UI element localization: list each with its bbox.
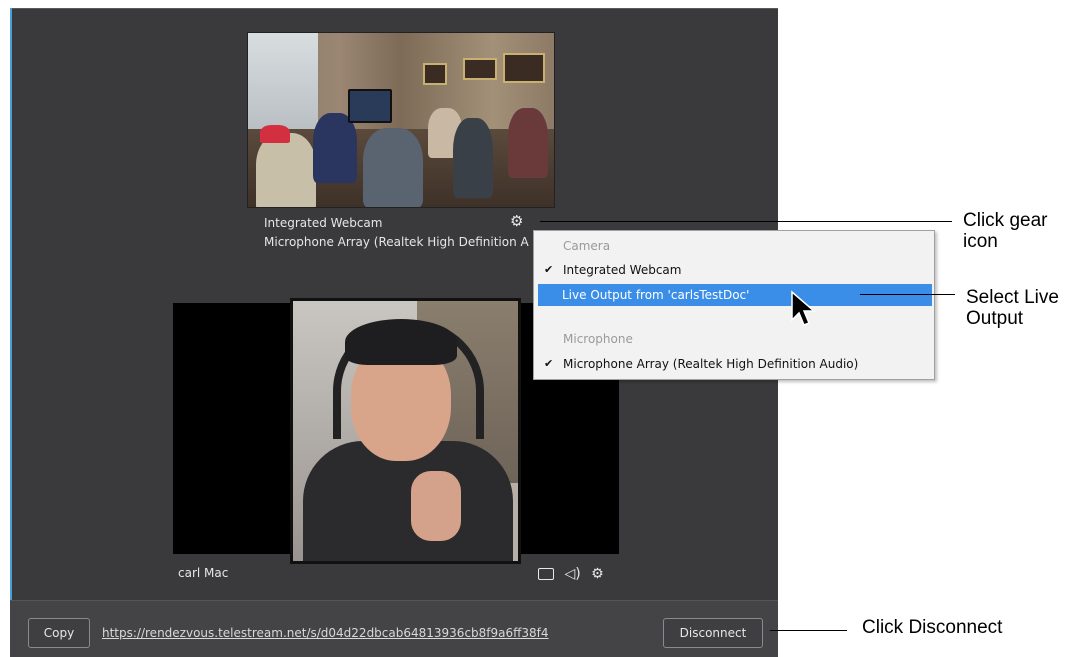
video-camera-icon[interactable] <box>538 568 554 580</box>
menu-header-label: Microphone <box>563 332 633 346</box>
mouse-cursor-icon <box>791 290 817 326</box>
menu-item-label: Integrated Webcam <box>563 263 682 277</box>
video-window <box>248 33 318 133</box>
panel-left-border <box>10 8 12 656</box>
callout-gear: Click gear icon <box>963 210 1048 252</box>
local-media-controls: ◁) ⚙ <box>538 566 604 582</box>
copy-button[interactable]: Copy <box>28 618 90 648</box>
video-person-cap <box>260 125 290 143</box>
menu-header-camera: Camera <box>535 235 933 257</box>
speaker-icon[interactable]: ◁) <box>564 566 580 582</box>
callout-line-gear <box>540 221 952 222</box>
video-person <box>453 118 493 198</box>
source-menu: Camera ✔ Integrated Webcam Live Output f… <box>533 230 935 380</box>
checkmark-icon: ✔ <box>544 263 554 276</box>
callout-line-disconnect <box>770 630 847 631</box>
menu-item-label: Microphone Array (Realtek High Definitio… <box>563 357 859 371</box>
video-monitor <box>348 89 392 123</box>
menu-item-label: Live Output from 'carlsTestDoc' <box>562 288 750 302</box>
menu-header-microphone: Microphone <box>535 328 933 350</box>
remote-camera-name: Integrated Webcam <box>264 216 383 230</box>
remote-microphone-name: Microphone Array (Realtek High Definitio… <box>264 235 529 249</box>
video-picture-frame <box>503 53 545 83</box>
video-person <box>313 113 357 183</box>
callout-disconnect: Click Disconnect <box>862 617 1003 638</box>
callout-live-output: Select Live Output <box>966 287 1059 329</box>
remote-video <box>247 32 555 208</box>
video-person <box>508 108 548 178</box>
menu-item-live-output[interactable]: Live Output from 'carlsTestDoc' <box>538 284 932 306</box>
menu-header-label: Camera <box>563 239 611 253</box>
menu-item-microphone-array[interactable]: ✔ Microphone Array (Realtek High Definit… <box>535 353 933 375</box>
video-person <box>363 128 423 207</box>
local-user-label: carl Mac <box>178 566 229 580</box>
panel-top-border <box>10 8 778 9</box>
disconnect-button[interactable]: Disconnect <box>663 618 763 648</box>
video-person <box>256 133 316 207</box>
callout-line-live-output <box>860 294 955 295</box>
video-picture-frame <box>423 63 447 85</box>
video-thumbs-up <box>411 471 461 541</box>
local-video <box>290 298 521 564</box>
checkmark-icon: ✔ <box>544 357 554 370</box>
gear-icon[interactable]: ⚙ <box>591 566 604 582</box>
menu-item-integrated-webcam[interactable]: ✔ Integrated Webcam <box>535 259 933 281</box>
gear-icon[interactable]: ⚙ <box>510 214 523 229</box>
video-picture-frame <box>463 58 497 80</box>
video-person-cap <box>345 319 457 365</box>
session-url-link[interactable]: https://rendezvous.telestream.net/s/d04d… <box>102 626 549 640</box>
